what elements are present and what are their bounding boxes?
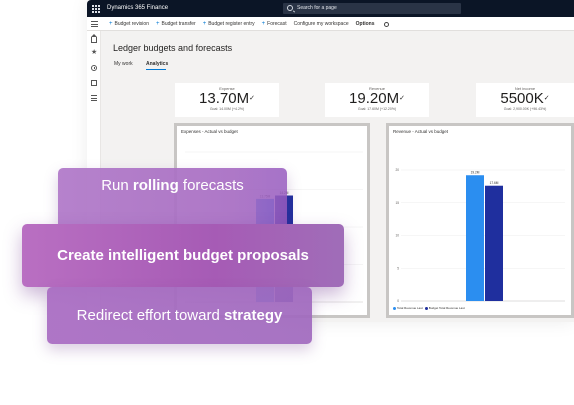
action-toolbar: + Budget revision + Budget transfer + Budge… (87, 17, 574, 31)
budget-transfer-button[interactable]: + Budget transfer (156, 21, 196, 27)
y-tick-label: 0 (397, 299, 399, 303)
budget-revision-button[interactable]: + Budget revision (109, 21, 149, 27)
legend-item-budget: Budget Total Revenue Last (424, 306, 465, 310)
app-launcher-icon[interactable] (92, 5, 100, 13)
bar-data-label: 19.2M (471, 171, 480, 175)
check-icon: ✓ (399, 95, 405, 102)
toolbar-items: + Budget revision + Budget transfer + Budge… (109, 17, 389, 31)
feature-pill-budget-proposals: Create intelligent budget proposals (22, 224, 344, 287)
kpi-value: 13.70M✓ (199, 90, 255, 107)
plus-icon: + (202, 21, 207, 27)
tab-analytics[interactable]: Analytics (146, 61, 168, 67)
kpi-net-income-tile[interactable]: Net income 5500K✓ Goal: 2,900.00K (+96.4… (476, 83, 574, 117)
plus-icon: + (261, 21, 266, 27)
kpi-value: 19.20M✓ (349, 90, 405, 107)
chart-legend: Total Revenue Last Budget Total Revenue … (393, 306, 467, 310)
search-icon[interactable] (383, 21, 389, 27)
options-button[interactable]: Options (356, 21, 375, 27)
plus-icon: + (109, 21, 113, 27)
kpi-goal: Goal: 2,900.00K (+96.43%) (503, 107, 547, 111)
feature-pill-rolling-forecasts: Run rolling forecasts (58, 168, 287, 232)
tab-my-work[interactable]: My work (114, 61, 133, 67)
revenue-chart-card[interactable]: Revenue - Actual vs budget 20 15 10 5 0 19.2M… (386, 123, 574, 318)
star-icon[interactable]: ★ (91, 49, 97, 56)
legend-item-actual: Total Revenue Last (393, 306, 423, 310)
kpi-revenue-tile[interactable]: Revenue 19.20M✓ Goal: 17.60M (+12.20%) (325, 83, 429, 117)
bar (466, 175, 484, 301)
y-tick-label: 15 (395, 201, 399, 205)
budget-register-entry-button[interactable]: + Budget register entry (203, 21, 255, 27)
y-tick-label: 20 (395, 168, 399, 172)
hamburger-menu-icon[interactable] (91, 21, 98, 27)
page-title: Ledger budgets and forecasts (113, 43, 233, 53)
clock-icon[interactable] (91, 65, 97, 71)
home-icon[interactable] (91, 34, 97, 43)
plus-icon: + (155, 21, 160, 27)
app-title: Dynamics 365 Finance (107, 5, 169, 11)
search-icon (287, 5, 293, 11)
global-search-input[interactable]: Search for a page (283, 3, 461, 14)
forecast-button[interactable]: + Forecast (262, 21, 287, 27)
search-placeholder: Search for a page (297, 5, 337, 11)
check-icon: ✓ (543, 95, 550, 102)
workspace-icon[interactable] (91, 80, 97, 86)
configure-workspace-button[interactable]: Configure my workspace (294, 21, 349, 27)
list-icon[interactable] (91, 95, 97, 101)
bar (485, 185, 503, 301)
bar-data-label: 17.6M (490, 181, 499, 185)
check-icon: ✓ (249, 95, 255, 102)
kpi-value: 5500K✓ (500, 90, 550, 107)
feature-pill-strategy: Redirect effort toward strategy (47, 287, 312, 344)
title-bar: Dynamics 365 Finance Search for a page (87, 0, 574, 17)
revenue-chart: 20 15 10 5 0 19.2M 17.6M (395, 168, 565, 303)
active-tab-indicator (146, 69, 166, 70)
y-tick-label: 10 (395, 234, 399, 238)
kpi-goal: Goal: 17.60M (+12.20%) (357, 107, 397, 111)
y-tick-label: 5 (397, 266, 399, 270)
kpi-expense-tile[interactable]: Expense 13.70M✓ Goal: 14.00M (+4.2%) (175, 83, 279, 117)
kpi-goal: Goal: 14.00M (+4.2%) (209, 107, 245, 111)
